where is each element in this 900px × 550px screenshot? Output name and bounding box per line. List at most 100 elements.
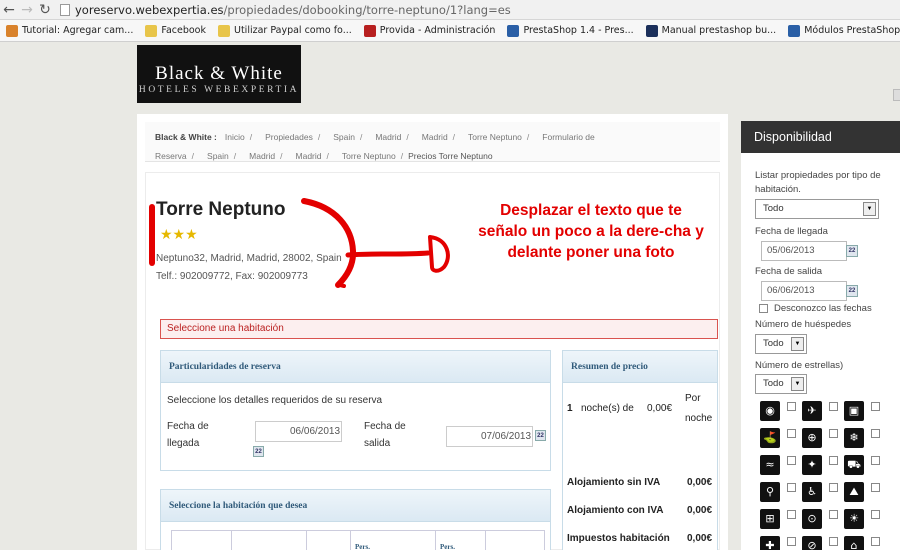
breadcrumb-link[interactable]: Inicio bbox=[225, 132, 245, 142]
price-row-label: Alojamiento con IVA bbox=[567, 505, 664, 516]
breadcrumb-link[interactable]: Spain bbox=[333, 132, 355, 142]
bookmark-icon bbox=[363, 24, 376, 37]
bicycle-icon: ⚲ bbox=[760, 482, 780, 502]
facility-checkbox[interactable] bbox=[829, 429, 838, 438]
departure-date-input[interactable]: 07/06/2013 bbox=[446, 426, 533, 447]
price-summary-panel: Resumen de precio 1 noche(s) de 0,00€ Po… bbox=[562, 350, 718, 550]
logo-title: Black & White bbox=[155, 63, 283, 84]
annotation-note: Desplazar el texto que te señalo un poco… bbox=[478, 202, 704, 261]
breadcrumb-separator: / bbox=[317, 132, 321, 142]
facility-checkbox[interactable] bbox=[871, 402, 880, 411]
hotel-container: Torre Neptuno ★★★ Neptuno32, Madrid, Mad… bbox=[145, 172, 720, 550]
restaurant-icon: ⊕ bbox=[802, 428, 822, 448]
price-row-label: Alojamiento sin IVA bbox=[567, 477, 661, 488]
facility-checkbox[interactable] bbox=[871, 429, 880, 438]
booking-panel-lead: Seleccione los detalles requeridos de su… bbox=[167, 395, 383, 406]
facility-checkbox[interactable] bbox=[787, 456, 796, 465]
bookmark-item[interactable]: Módulos PrestaShop - ... bbox=[788, 24, 900, 37]
breadcrumb-prefix: Black & White : bbox=[155, 132, 217, 142]
bookmark-item[interactable]: Utilizar Paypal como fo... bbox=[218, 24, 352, 37]
nights-count: 1 bbox=[567, 403, 573, 414]
facility-checkbox[interactable] bbox=[829, 456, 838, 465]
sidebar-arrival-input[interactable]: 05/06/2013 bbox=[761, 241, 847, 261]
golf-icon: ⛳ bbox=[760, 428, 780, 448]
breadcrumb-separator: / bbox=[452, 132, 456, 142]
facility-checkbox[interactable] bbox=[787, 537, 796, 546]
main-content: Black & White : Inicio / Propiedades / Spain /… bbox=[137, 114, 728, 550]
facility-checkbox[interactable] bbox=[829, 537, 838, 546]
room-type-select[interactable]: Todo ▼ bbox=[755, 199, 879, 219]
nights-price: 0,00€ bbox=[647, 403, 673, 414]
arrival-calendar-icon[interactable]: 22 bbox=[253, 446, 264, 457]
departure-calendar-icon[interactable]: 22 bbox=[535, 430, 546, 441]
breadcrumb-link[interactable]: Torre Neptuno bbox=[342, 151, 396, 161]
breadcrumb-link[interactable]: Madrid bbox=[249, 151, 275, 161]
facility-checkbox[interactable] bbox=[829, 483, 838, 492]
bookmark-icon bbox=[507, 24, 520, 37]
breadcrumb-link[interactable]: Madrid bbox=[296, 151, 322, 161]
room-col bbox=[172, 531, 232, 550]
breadcrumb-link[interactable]: Madrid bbox=[375, 132, 401, 142]
page-icon bbox=[60, 3, 70, 16]
bookmark-item[interactable]: PrestaShop 1.4 - Pres... bbox=[507, 24, 634, 37]
breadcrumb-link[interactable]: Spain bbox=[207, 151, 229, 161]
site-logo[interactable]: Black & White HOTELES WEBEXPERTIA bbox=[137, 45, 301, 103]
chevron-down-icon[interactable]: ▼ bbox=[863, 202, 876, 216]
sidebar-departure-label: Fecha de salida bbox=[755, 266, 823, 277]
facility-checkbox[interactable] bbox=[829, 402, 838, 411]
chevron-down-icon[interactable]: ▼ bbox=[791, 337, 804, 351]
sidebar-arrival-label: Fecha de llegada bbox=[755, 226, 828, 237]
sidebar-departure-input[interactable]: 06/06/2013 bbox=[761, 281, 847, 301]
facility-checkbox[interactable] bbox=[787, 510, 796, 519]
bookmark-item[interactable]: Tutorial: Agregar cam... bbox=[6, 24, 133, 37]
room-type-label-line1: Listar propiedades por tipo de bbox=[755, 170, 881, 181]
reload-icon[interactable]: ↻ bbox=[36, 1, 54, 19]
room-type-label-line2: habitación. bbox=[755, 184, 801, 195]
facility-checkbox[interactable] bbox=[871, 456, 880, 465]
browser-address-bar: ← → ↻ yoreservo.webexpertia.es/propiedad… bbox=[0, 0, 900, 20]
forward-icon[interactable]: → bbox=[18, 1, 36, 19]
facility-checkbox[interactable] bbox=[871, 537, 880, 546]
facility-checkbox[interactable] bbox=[787, 483, 796, 492]
bookmark-icon bbox=[645, 24, 658, 37]
bookmark-icon bbox=[218, 24, 230, 37]
hiking-icon: ⛰ bbox=[844, 482, 864, 502]
guests-value: Todo bbox=[763, 338, 784, 349]
facility-checkbox[interactable] bbox=[787, 402, 796, 411]
breadcrumb-separator: / bbox=[526, 132, 530, 142]
room-type-label: Listar propiedades por tipo de habitació… bbox=[755, 169, 881, 197]
page-tool-icon[interactable] bbox=[893, 89, 900, 101]
bookmarks-bar: Tutorial: Agregar cam... Facebook Utilizar… bbox=[0, 20, 900, 42]
bookmark-item[interactable]: Facebook bbox=[145, 24, 206, 37]
fitness-icon: ✚ bbox=[760, 536, 780, 550]
sidebar-arrival-calendar-icon[interactable]: 22 bbox=[846, 245, 858, 257]
breadcrumb-link[interactable]: Torre Neptuno bbox=[468, 132, 522, 142]
breadcrumb-link[interactable]: Madrid bbox=[422, 132, 448, 142]
guests-select[interactable]: Todo ▼ bbox=[755, 334, 807, 354]
stars-select[interactable]: Todo ▼ bbox=[755, 374, 807, 394]
url-field[interactable]: yoreservo.webexpertia.es/propiedades/dob… bbox=[60, 3, 511, 17]
price-panel-title: Resumen de precio bbox=[563, 351, 717, 383]
per-label-2: noche bbox=[685, 413, 713, 424]
nights-label: noche(s) de bbox=[581, 403, 634, 414]
room-col-pers-b: Pers. bbox=[436, 531, 486, 550]
facility-checkbox[interactable] bbox=[871, 510, 880, 519]
per-label-1: Por bbox=[685, 393, 701, 404]
breadcrumb-link[interactable]: Propiedades bbox=[265, 132, 313, 142]
facility-checkbox[interactable] bbox=[829, 510, 838, 519]
sidebar-departure-calendar-icon[interactable]: 22 bbox=[846, 285, 858, 297]
breadcrumb-separator: / bbox=[406, 132, 409, 142]
chevron-down-icon[interactable]: ▼ bbox=[791, 377, 804, 391]
unknown-dates-label: Desconozco las fechas bbox=[774, 303, 872, 314]
room-panel-title: Seleccione la habitación que desea bbox=[161, 490, 550, 522]
car-icon: ⛟ bbox=[844, 455, 864, 475]
facility-checkbox[interactable] bbox=[871, 483, 880, 492]
bookmark-item[interactable]: Manual prestashop bu... bbox=[645, 24, 776, 37]
arrival-date-input[interactable]: 06/06/2013 bbox=[255, 421, 342, 442]
bookmark-item[interactable]: Provida - Administración bbox=[363, 24, 495, 37]
room-selection-panel: Seleccione la habitación que desea Pers.… bbox=[160, 489, 551, 550]
back-icon[interactable]: ← bbox=[0, 1, 18, 19]
unknown-dates-checkbox[interactable] bbox=[759, 304, 768, 313]
facility-checkbox[interactable] bbox=[787, 429, 796, 438]
room-col bbox=[486, 531, 544, 550]
